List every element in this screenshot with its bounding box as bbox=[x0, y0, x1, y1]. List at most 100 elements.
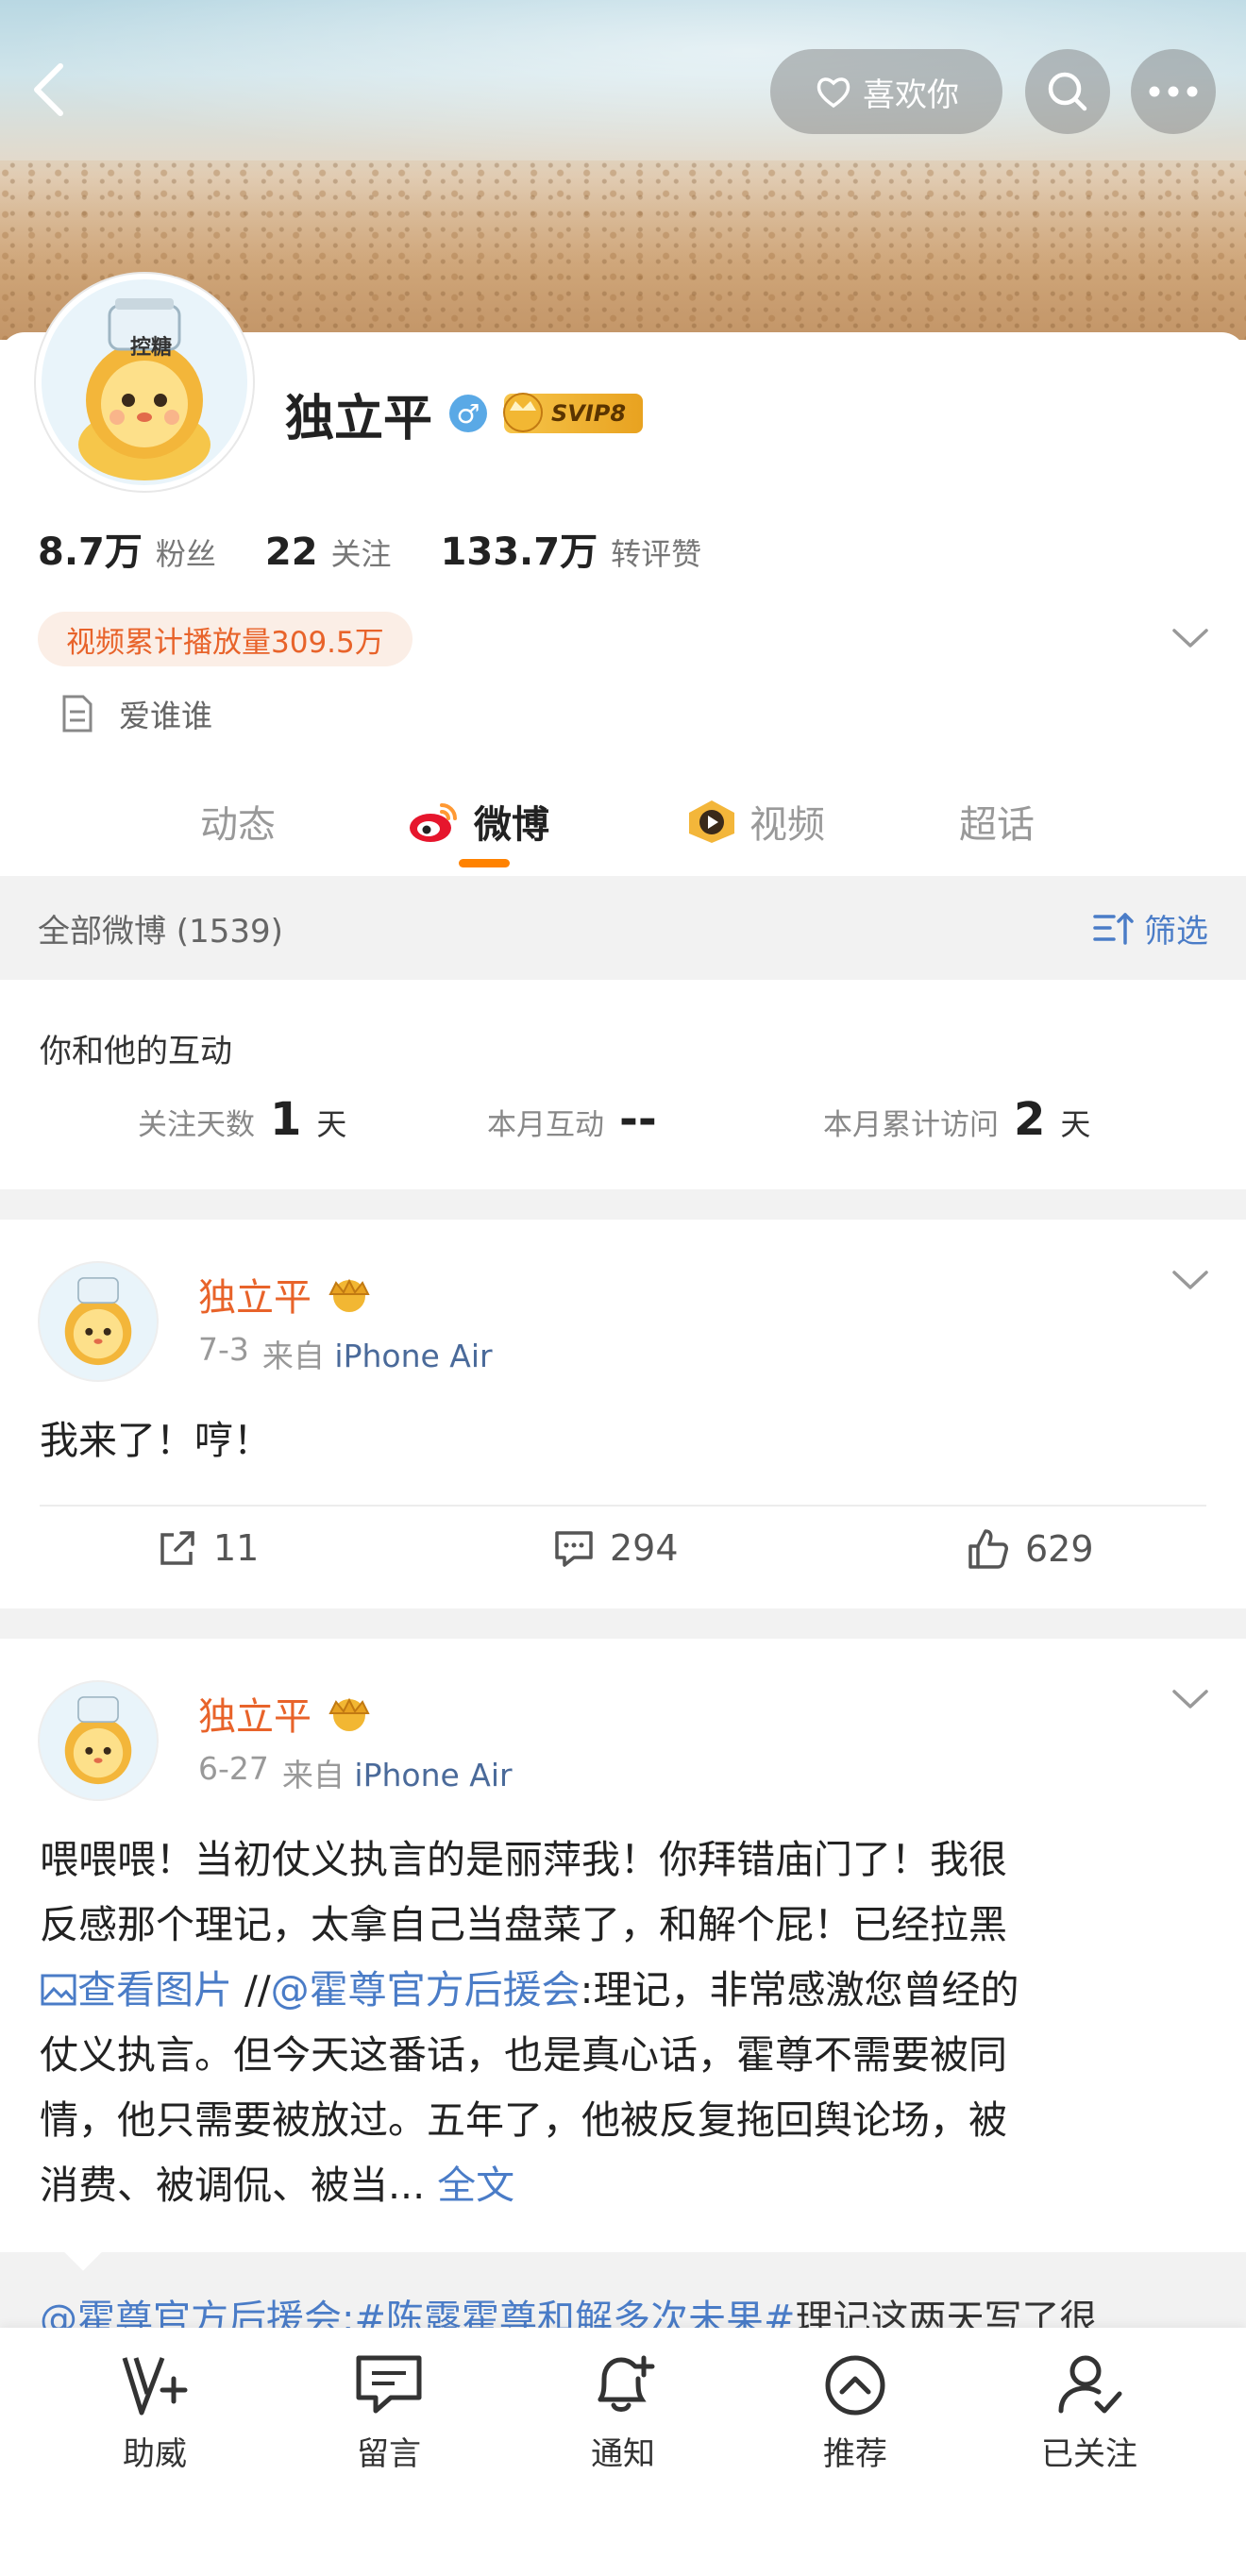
message-button[interactable]: 留言 bbox=[304, 2352, 474, 2474]
metric-key: 关注天数 bbox=[138, 1108, 255, 1142]
reposted-content[interactable]: @霍尊官方后援会:#陈露霍尊和解多次未果#理记这两天写了很 bbox=[0, 2252, 1246, 2328]
post-from: 来自 bbox=[261, 1338, 325, 1374]
notify-button[interactable]: 通知 bbox=[538, 2352, 708, 2474]
post-date: 7-3 bbox=[198, 1331, 249, 1368]
post-card[interactable]: 独立平 7-3 来自 iPhone Air 我来了！哼！ 11 294 629 bbox=[0, 1220, 1246, 1608]
message-icon bbox=[356, 2355, 422, 2414]
avatar-jar-label: 控糖 bbox=[130, 336, 173, 360]
comment-icon bbox=[555, 1531, 593, 1567]
metric-unit: 天 bbox=[1060, 1106, 1091, 1142]
post-text-fragment: 理记这两天写了很 bbox=[795, 2298, 1098, 2328]
bottom-action-bar: 助威 留言 通知 推荐 已关注 bbox=[0, 2328, 1246, 2576]
post-date: 6-27 bbox=[198, 1750, 269, 1787]
tab-video[interactable]: 视频 bbox=[685, 774, 825, 868]
lion-avatar-icon bbox=[64, 1277, 132, 1366]
metric-monthly-visits: 本月累计访问 2 天 bbox=[823, 1093, 1090, 1146]
repost-icon bbox=[160, 1531, 194, 1565]
post-text-line: 情，他只需要被放过。五年了，他被反复拖回舆论场，被 bbox=[40, 2097, 1007, 2143]
divider bbox=[40, 1505, 1206, 1507]
filter-sort-icon bbox=[1093, 913, 1134, 945]
expand-profile-button[interactable] bbox=[1169, 619, 1212, 657]
metric-monthly-interaction: 本月互动 -- bbox=[487, 1093, 672, 1146]
metric-value: -- bbox=[619, 1093, 657, 1146]
post-card[interactable]: 独立平 6-27 来自 iPhone Air 喂喂喂！当初仗义执言的是丽萍我！你… bbox=[0, 1639, 1246, 2252]
filter-label: 筛选 bbox=[1144, 912, 1208, 951]
mention-link[interactable]: @霍尊官方后援会 bbox=[40, 2298, 342, 2328]
more-button[interactable] bbox=[1131, 49, 1216, 134]
like-label: 喜欢你 bbox=[863, 76, 959, 114]
avatar[interactable]: 控糖 bbox=[36, 274, 253, 491]
repost-count: 11 bbox=[213, 1527, 260, 1569]
section-gap bbox=[0, 1189, 1246, 1220]
post-from: 来自 bbox=[281, 1757, 345, 1793]
stat-reposts-likes[interactable]: 133.7万 转评赞 bbox=[441, 521, 702, 576]
tab-label: 微博 bbox=[474, 803, 549, 847]
cheer-label: 助威 bbox=[123, 2435, 187, 2473]
tab-super-topic[interactable]: 超话 bbox=[959, 774, 1035, 868]
post-meta: 6-27 来自 iPhone Air bbox=[198, 1750, 513, 1795]
crown-icon bbox=[328, 1278, 370, 1312]
comment-button[interactable]: 294 bbox=[553, 1527, 679, 1569]
post-more-button[interactable] bbox=[1169, 1680, 1212, 1718]
notify-label: 通知 bbox=[591, 2435, 655, 2473]
post-author[interactable]: 独立平 bbox=[198, 1686, 376, 1741]
stat-following[interactable]: 22 关注 bbox=[265, 530, 392, 574]
cheer-button[interactable]: 助威 bbox=[70, 2352, 240, 2474]
profile-stats: 8.7万 粉丝 22 关注 133.7万 转评赞 bbox=[38, 521, 701, 576]
metric-key: 本月累计访问 bbox=[823, 1108, 999, 1142]
post-author[interactable]: 独立平 bbox=[198, 1267, 376, 1322]
chevron-left-icon bbox=[34, 63, 63, 116]
mention-link[interactable]: @霍尊官方后援会 bbox=[271, 1967, 581, 2012]
stat-label: 转评赞 bbox=[611, 536, 702, 572]
search-button[interactable] bbox=[1025, 49, 1110, 134]
followed-button[interactable]: 已关注 bbox=[1004, 2352, 1174, 2474]
tab-weibo[interactable]: 微博 bbox=[406, 774, 549, 868]
repost-button[interactable]: 11 bbox=[157, 1527, 259, 1569]
post-text-line: 喂喂喂！当初仗义执言的是丽萍我！你拜错庙门了！我很 bbox=[40, 1837, 1007, 1882]
all-weibo-count: 全部微博 (1539) bbox=[38, 912, 283, 951]
stat-fans[interactable]: 8.7万 粉丝 bbox=[38, 521, 216, 576]
hashtag-link[interactable]: :#陈露霍尊和解多次未果# bbox=[342, 2298, 796, 2328]
video-play-icon bbox=[689, 800, 734, 843]
comment-count: 294 bbox=[610, 1527, 679, 1569]
post-source[interactable]: iPhone Air bbox=[354, 1757, 512, 1793]
recommend-button[interactable]: 推荐 bbox=[770, 2352, 940, 2474]
thumbs-up-icon bbox=[968, 1529, 1008, 1569]
full-text-link[interactable]: 全文 bbox=[437, 2163, 514, 2208]
post-source[interactable]: iPhone Air bbox=[334, 1338, 492, 1374]
post-avatar[interactable] bbox=[38, 1680, 159, 1801]
repost-separator: // bbox=[232, 1967, 271, 2012]
view-image-link[interactable]: 查看图片 bbox=[40, 1967, 232, 2012]
post-more-button[interactable] bbox=[1169, 1261, 1212, 1299]
search-icon bbox=[1048, 72, 1087, 111]
crown-icon bbox=[503, 393, 544, 432]
more-dots-icon bbox=[1149, 86, 1198, 97]
recommend-icon bbox=[825, 2355, 885, 2416]
crown-icon bbox=[328, 1697, 370, 1731]
profile-name: 独立平 bbox=[285, 390, 433, 447]
like-post-button[interactable]: 629 bbox=[967, 1527, 1094, 1571]
metric-unit: 天 bbox=[316, 1106, 347, 1142]
stat-value: 133.7万 bbox=[440, 530, 598, 574]
video-views-badge[interactable]: 视频累计播放量309.5万 bbox=[38, 612, 413, 666]
heart-hand-icon bbox=[817, 77, 850, 109]
svip-badge[interactable]: SVIP8 bbox=[503, 393, 644, 433]
repost-text: @霍尊官方后援会:#陈露霍尊和解多次未果#理记这两天写了很 bbox=[40, 2288, 1098, 2328]
back-button[interactable] bbox=[23, 57, 79, 123]
profile-bio: 爱谁谁 bbox=[59, 691, 212, 736]
post-text-fragment: 消费、被调侃、被当... bbox=[40, 2163, 426, 2208]
followed-icon bbox=[1058, 2355, 1122, 2414]
filter-bar: 全部微博 (1539) 筛选 bbox=[0, 876, 1246, 980]
interaction-title: 你和他的互动 bbox=[40, 1033, 232, 1070]
stat-value: 22 bbox=[264, 530, 318, 574]
tab-dynamics[interactable]: 动态 bbox=[200, 774, 276, 868]
post-author-name: 独立平 bbox=[198, 1276, 312, 1320]
post-avatar[interactable] bbox=[38, 1261, 159, 1382]
svip-label: SVIP8 bbox=[551, 400, 627, 427]
gender-male-icon: ♂ bbox=[449, 395, 488, 432]
post-text-line: 仗义执言。但今天这番话，也是真心话，霍尊不需要被同 bbox=[40, 2032, 1007, 2078]
filter-button[interactable]: 筛选 bbox=[1091, 905, 1208, 951]
metric-value: 2 bbox=[1014, 1093, 1046, 1146]
metric-follow-days: 关注天数 1 天 bbox=[138, 1093, 346, 1146]
like-button[interactable]: 喜欢你 bbox=[770, 49, 1002, 134]
